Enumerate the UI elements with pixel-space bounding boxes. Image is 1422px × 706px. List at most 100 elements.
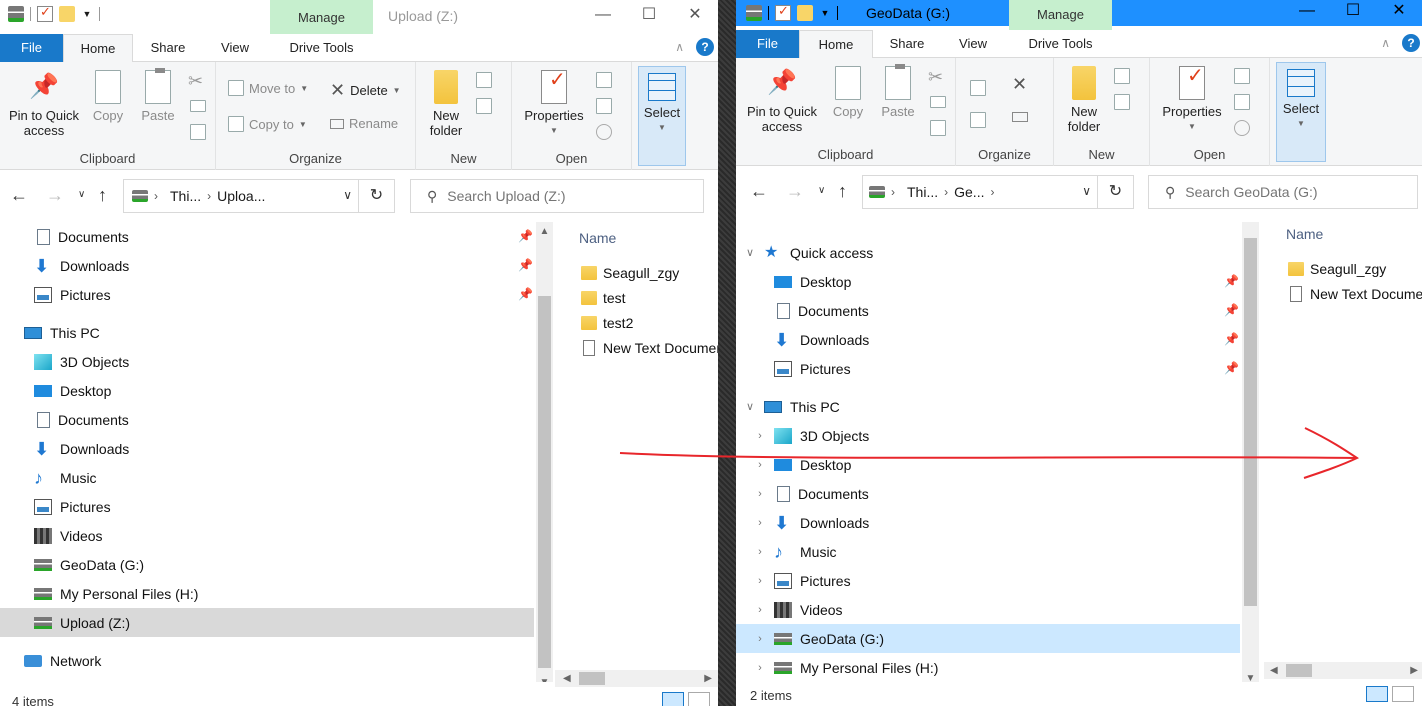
nav-item[interactable]: Pictures	[0, 492, 534, 521]
refresh-icon[interactable]: ↻	[1097, 176, 1133, 208]
scrollbar-thumb[interactable]	[1244, 238, 1257, 606]
easy-access-icon[interactable]	[1114, 94, 1130, 110]
tab-share[interactable]: Share	[134, 34, 202, 62]
tab-share[interactable]: Share	[874, 30, 940, 58]
large-icons-view-icon[interactable]	[688, 692, 710, 706]
open-icon[interactable]	[1234, 68, 1250, 84]
collapsed-chevron-icon[interactable]: ›	[752, 575, 768, 587]
new-item-icon[interactable]	[1114, 68, 1130, 84]
nav-item[interactable]: ⬇ Downloads	[736, 325, 1240, 354]
edit-icon[interactable]	[596, 98, 612, 114]
select-button[interactable]: Select ▼	[1276, 62, 1326, 162]
scroll-down-arrow-icon[interactable]: ▼	[1242, 673, 1259, 682]
scroll-down-arrow-icon[interactable]: ▼	[536, 677, 553, 682]
nav-item[interactable]: › My Personal Files (H:)	[736, 653, 1240, 682]
nav-item[interactable]: Documents	[736, 296, 1240, 325]
breadcrumb-this-pc[interactable]: Thi...	[907, 184, 938, 200]
list-item[interactable]: test2	[581, 310, 633, 335]
tab-file[interactable]: File	[0, 34, 63, 62]
nav-item[interactable]: ∨ ★ Quick access	[736, 238, 1240, 267]
collapsed-chevron-icon[interactable]: ›	[752, 459, 768, 471]
nav-item[interactable]: My Personal Files (H:)	[0, 579, 534, 608]
forward-icon[interactable]: →	[46, 184, 64, 206]
copy-button[interactable]: Copy	[88, 70, 128, 123]
file-horizontal-scrollbar[interactable]: ◀ ▶	[555, 670, 718, 687]
address-bar[interactable]: › Thi... › Ge... › ∨ ↻	[862, 175, 1134, 209]
nav-item[interactable]: Upload (Z:)	[0, 608, 534, 637]
easy-access-icon[interactable]	[476, 98, 492, 114]
up-icon[interactable]: ↑	[838, 180, 847, 202]
scroll-up-arrow-icon[interactable]: ▲	[536, 226, 553, 237]
new-folder-icon[interactable]	[797, 5, 813, 21]
nav-item[interactable]: Pictures	[0, 280, 534, 309]
copy-button[interactable]: Copy	[828, 66, 868, 119]
scrollbar-thumb[interactable]	[579, 672, 605, 685]
move-to-button[interactable]: Move to ▼	[228, 80, 308, 96]
list-item[interactable]: New Text Document.txt	[1288, 281, 1422, 306]
paste-button[interactable]: Paste	[876, 64, 920, 119]
open-icon[interactable]	[596, 72, 612, 88]
nav-item[interactable]: › GeoData (G:)	[736, 624, 1240, 653]
cut-icon[interactable]: ✂	[188, 72, 204, 90]
collapse-ribbon-chevron-icon[interactable]: ∧	[1381, 36, 1390, 50]
scroll-right-arrow-icon[interactable]: ▶	[704, 670, 712, 687]
tab-home[interactable]: Home	[799, 30, 873, 59]
nav-item[interactable]: Documents	[0, 222, 534, 251]
scroll-left-arrow-icon[interactable]: ◀	[563, 670, 571, 687]
maximize-icon[interactable]: ☐	[626, 4, 672, 28]
tab-drive-tools[interactable]: Drive Tools	[270, 34, 373, 62]
rename-button[interactable]: Rename	[330, 116, 398, 131]
pin-to-quick-access-button[interactable]: 📌 Pin to Quick access	[742, 66, 822, 134]
nav-item[interactable]: ⬇ Downloads	[0, 434, 534, 463]
collapsed-chevron-icon[interactable]: ›	[752, 488, 768, 500]
nav-item[interactable]: › Pictures	[736, 566, 1240, 595]
address-bar[interactable]: › Thi... › Uploa... ∨ ↻	[123, 179, 395, 213]
recent-locations-chevron-icon[interactable]: ∨	[78, 184, 85, 206]
minimize-icon[interactable]: —	[580, 4, 626, 28]
nav-item[interactable]: 3D Objects	[0, 347, 534, 376]
properties-icon[interactable]	[775, 3, 791, 21]
new-folder-button[interactable]: New folder	[1060, 66, 1108, 134]
customize-toolbar-chevron-icon[interactable]: ▼	[819, 8, 831, 18]
scroll-right-arrow-icon[interactable]: ▶	[1410, 662, 1418, 679]
select-button[interactable]: Select ▼	[638, 66, 686, 166]
back-icon[interactable]: ←	[10, 184, 28, 206]
breadcrumb-upload[interactable]: Uploa...	[217, 188, 265, 204]
tab-view[interactable]: View	[942, 30, 1004, 58]
help-icon[interactable]: ?	[696, 38, 714, 56]
nav-item[interactable]: This PC	[0, 318, 534, 347]
nav-item[interactable]: › ♪ Music	[736, 537, 1240, 566]
properties-icon[interactable]	[37, 4, 53, 22]
nav-item[interactable]: › Desktop	[736, 450, 1240, 479]
delete-icon[interactable]: ✕	[1012, 74, 1027, 95]
properties-button[interactable]: Properties ▼	[1156, 66, 1228, 134]
list-item[interactable]: Seagull_zgy	[581, 260, 679, 285]
up-icon[interactable]: ↑	[98, 184, 107, 206]
paste-button[interactable]: Paste	[136, 68, 180, 123]
tab-view[interactable]: View	[204, 34, 266, 62]
expanded-chevron-icon[interactable]: ∨	[742, 400, 758, 413]
refresh-icon[interactable]: ↻	[358, 180, 394, 212]
nav-item[interactable]: › Documents	[736, 479, 1240, 508]
edit-icon[interactable]	[1234, 94, 1250, 110]
close-icon[interactable]: ✕	[672, 4, 718, 28]
collapsed-chevron-icon[interactable]: ›	[752, 604, 768, 616]
pin-to-quick-access-button[interactable]: 📌 Pin to Quick access	[4, 70, 84, 138]
nav-vertical-scrollbar[interactable]: ▼	[1242, 222, 1259, 682]
search-input[interactable]	[447, 188, 688, 204]
nav-item[interactable]: › 3D Objects	[736, 421, 1240, 450]
collapsed-chevron-icon[interactable]: ›	[752, 430, 768, 442]
large-icons-view-icon[interactable]	[1392, 686, 1414, 702]
paste-shortcut-icon[interactable]	[190, 124, 206, 140]
new-folder-button[interactable]: New folder	[422, 70, 470, 138]
nav-item[interactable]: › ⬇ Downloads	[736, 508, 1240, 537]
details-view-icon[interactable]	[1366, 686, 1388, 702]
delete-button[interactable]: ✕ Delete ▼	[330, 80, 401, 101]
manage-tab[interactable]: Manage	[1009, 0, 1112, 30]
collapsed-chevron-icon[interactable]: ›	[752, 546, 768, 558]
column-header-name[interactable]: Name	[579, 230, 616, 246]
nav-item[interactable]: Desktop	[0, 376, 534, 405]
history-icon[interactable]	[596, 124, 612, 140]
scroll-left-arrow-icon[interactable]: ◀	[1270, 662, 1278, 679]
list-item[interactable]: Seagull_zgy	[1288, 256, 1386, 281]
